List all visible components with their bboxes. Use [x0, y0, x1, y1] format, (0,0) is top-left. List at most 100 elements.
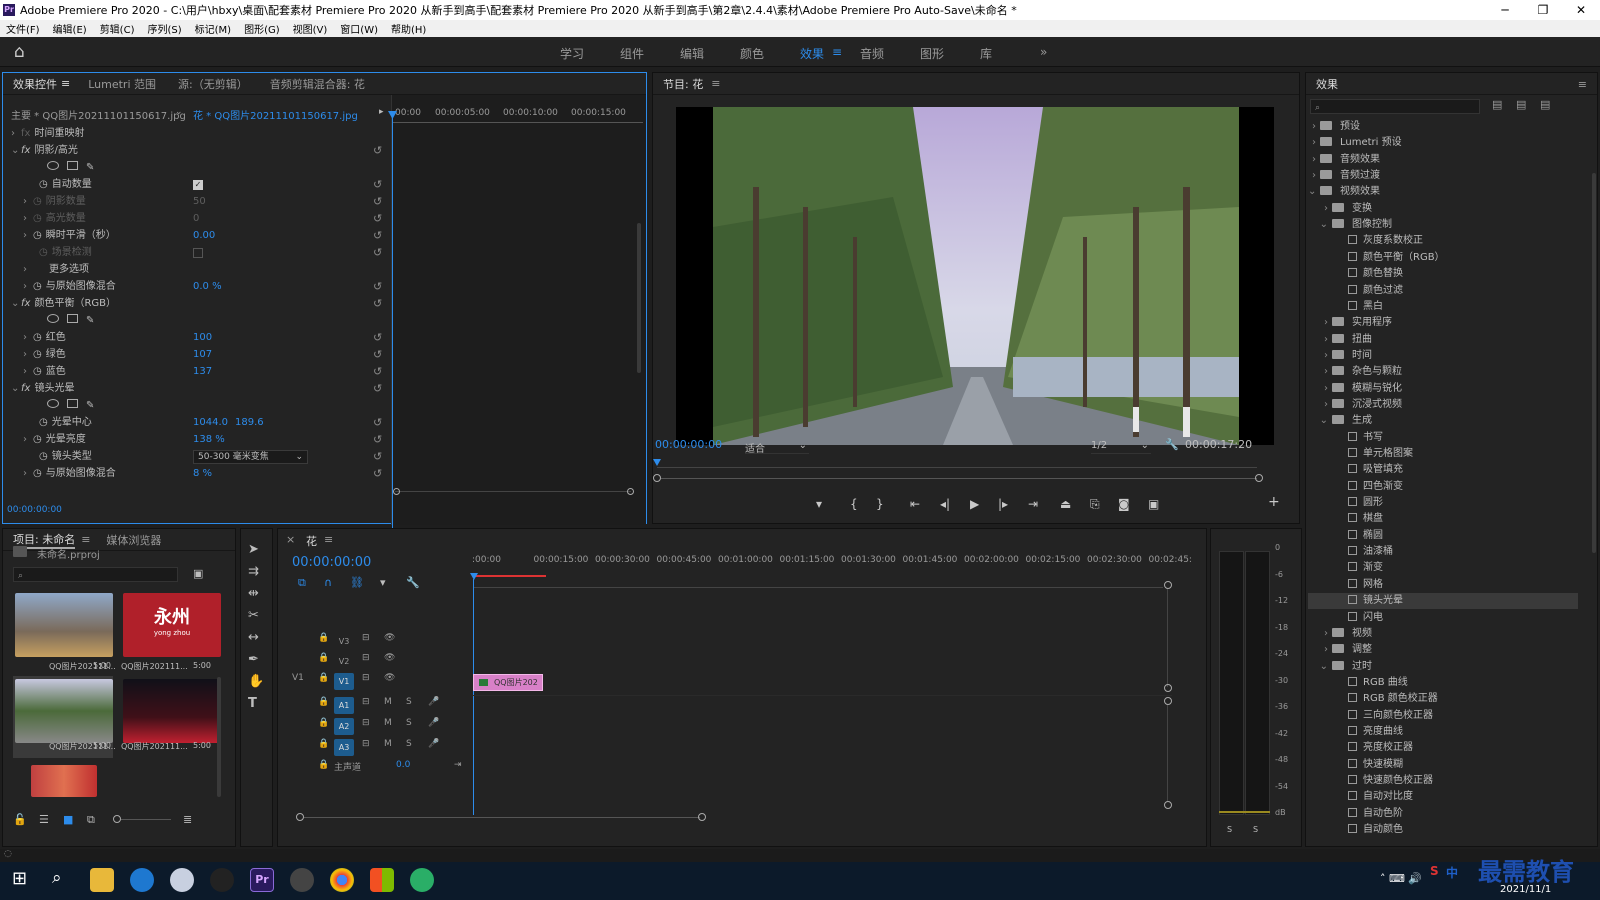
timeline-playhead[interactable] [473, 579, 474, 815]
effects-folder[interactable]: › 音频过渡 [1308, 168, 1578, 184]
close-button[interactable]: ✕ [1562, 0, 1600, 20]
sync-lock-icon[interactable]: ⊟ [362, 697, 370, 707]
lock-icon[interactable]: 🔒 [318, 633, 329, 643]
accelerated-effects-icon[interactable]: ▤ [1492, 98, 1502, 111]
program-monitor-title[interactable]: 节目: 花 [663, 76, 703, 92]
hand-tool-icon[interactable]: ✋ [248, 674, 264, 689]
sequence-clip-selector[interactable]: 花 * QQ图片20211101150617.jpg [193, 107, 358, 122]
mark-out-icon[interactable]: } [876, 497, 884, 511]
microphone-icon[interactable]: 🎤 [428, 718, 439, 728]
chevron-right-icon[interactable]: › [1308, 642, 1332, 658]
app-icon[interactable] [290, 868, 314, 892]
pen-mask-icon[interactable]: ✎ [86, 315, 94, 326]
workspace-audio[interactable]: 音频 [860, 45, 884, 62]
panel-menu-icon[interactable]: ≡ [61, 77, 70, 90]
menu-edit[interactable]: 编辑(E) [53, 21, 87, 36]
app-icon[interactable] [370, 868, 394, 892]
project-scrollbar[interactable] [217, 677, 221, 797]
effects-item[interactable]: 单元格图案 [1308, 446, 1578, 462]
workspace-menu-icon[interactable]: ≡ [832, 45, 842, 59]
solo-button[interactable]: S [406, 718, 412, 728]
reset-icon[interactable]: ↺ [373, 212, 382, 225]
go-to-out-icon[interactable]: ⇥ [1028, 497, 1038, 511]
ime-sogou-icon[interactable]: S [1430, 864, 1439, 878]
track-target-a3[interactable]: A3 [334, 739, 354, 756]
new-bin-from-search-icon[interactable]: ▣ [193, 567, 203, 580]
timeline-playhead-handle[interactable] [470, 573, 478, 580]
mute-button[interactable]: M [384, 697, 392, 707]
workspace-color[interactable]: 颜色 [740, 45, 764, 62]
rect-mask-icon[interactable] [67, 399, 78, 408]
effects-folder[interactable]: › 变换 [1308, 201, 1578, 217]
step-back-icon[interactable]: ◂| [940, 497, 950, 511]
red-value[interactable]: 100 [193, 329, 212, 346]
wrench-icon[interactable]: 🔧 [1165, 438, 1179, 451]
chevron-right-icon[interactable]: › [1308, 626, 1332, 642]
effects-folder[interactable]: › 扭曲 [1308, 332, 1578, 348]
effects-item[interactable]: 吸管填充 [1308, 462, 1578, 478]
effect-controls-scrollbar[interactable] [637, 223, 641, 373]
kf-scroll-handle-right[interactable] [627, 488, 634, 495]
effects-item[interactable]: 闪电 [1308, 610, 1578, 626]
program-ruler[interactable] [657, 462, 1257, 468]
track-target-v2[interactable]: V2 [334, 653, 354, 670]
project-item-thumbnail[interactable] [123, 679, 221, 743]
effects-scrollbar[interactable] [1592, 173, 1596, 553]
menu-view[interactable]: 视图(V) [293, 21, 328, 36]
lock-icon[interactable]: 🔒 [318, 718, 329, 728]
kf-scroll-handle-left[interactable] [393, 488, 400, 495]
reset-icon[interactable]: ↺ [373, 416, 382, 429]
chevron-right-icon[interactable]: › [1308, 364, 1332, 380]
freeform-view-icon[interactable]: ⧉ [87, 813, 95, 827]
export-frame-icon[interactable]: ◙ [1118, 497, 1130, 511]
effects-item[interactable]: 镜头光晕 [1308, 593, 1578, 610]
32bit-effects-icon[interactable]: ▤ [1516, 98, 1526, 111]
panel-menu-icon[interactable]: ≡ [711, 77, 720, 90]
chevron-right-icon[interactable]: › [1308, 135, 1320, 151]
effects-search-input[interactable]: ⌕ [1310, 99, 1480, 114]
menu-marker[interactable]: 标记(M) [195, 21, 231, 36]
effects-item[interactable]: 椭圆 [1308, 528, 1578, 544]
effect-controls-timecode[interactable]: 00:00:00:00 [7, 505, 62, 515]
lens-type-dropdown[interactable]: 50-300 毫米变焦 ⌄ [193, 450, 308, 464]
effects-folder[interactable]: › 杂色与颗粒 [1308, 364, 1578, 380]
go-to-out-icon[interactable]: ⇥ [454, 760, 462, 770]
effects-item[interactable]: 圆形 [1308, 495, 1578, 511]
workspace-libraries[interactable]: 库 [980, 45, 992, 62]
effects-folder[interactable]: ⌄ 图像控制 [1308, 217, 1578, 233]
play-arrow-icon[interactable]: ▸ [379, 107, 384, 117]
program-viewer[interactable] [676, 107, 1274, 445]
auto-amount-checkbox[interactable]: ✓ [193, 180, 203, 190]
nest-icon[interactable]: ⧉ [298, 576, 306, 590]
horizontal-zoom-handle-left[interactable] [296, 813, 304, 821]
effects-folder[interactable]: › 音频效果 [1308, 152, 1578, 168]
panel-menu-icon[interactable]: ≡ [81, 533, 90, 546]
fit-dropdown[interactable]: 适合 ⌄ [745, 440, 809, 455]
flare-center-y[interactable]: 189.6 [235, 414, 264, 431]
slip-tool-icon[interactable]: ↔ [248, 630, 259, 645]
solo-button[interactable]: S [406, 697, 412, 707]
pen-mask-icon[interactable]: ✎ [86, 400, 94, 411]
vertical-zoom-handle[interactable] [1164, 697, 1172, 705]
tray-icons[interactable]: ˄ ⌨ 🔊 [1380, 872, 1422, 885]
effects-item[interactable]: 快速颜色校正器 [1308, 773, 1578, 789]
sync-lock-icon[interactable]: ⊟ [362, 633, 370, 643]
eye-icon[interactable]: 👁 [384, 653, 395, 663]
menu-sequence[interactable]: 序列(S) [147, 21, 181, 36]
edge-browser-icon[interactable] [130, 868, 154, 892]
effects-item[interactable]: 颜色过滤 [1308, 283, 1578, 299]
reset-icon[interactable]: ↺ [373, 450, 382, 463]
row-time-remap[interactable]: › fx 时间重映射 [11, 125, 84, 142]
chevron-down-icon[interactable]: ⌄ [1308, 659, 1332, 675]
scene-detect-checkbox[interactable] [193, 248, 203, 258]
rect-mask-icon[interactable] [67, 161, 78, 170]
chevron-right-icon[interactable]: › [1308, 397, 1332, 413]
type-tool-icon[interactable]: T [248, 696, 257, 711]
search-icon[interactable]: ⌕ [52, 868, 62, 888]
track-target-a2[interactable]: A2 [334, 718, 354, 735]
project-item-name[interactable]: QQ图片202111... [121, 661, 188, 672]
horizontal-zoom-handle-right[interactable] [698, 813, 706, 821]
track-target-a1[interactable]: A1 [334, 697, 354, 714]
lock-icon[interactable]: 🔒 [318, 697, 329, 707]
reset-icon[interactable]: ↺ [373, 297, 382, 310]
